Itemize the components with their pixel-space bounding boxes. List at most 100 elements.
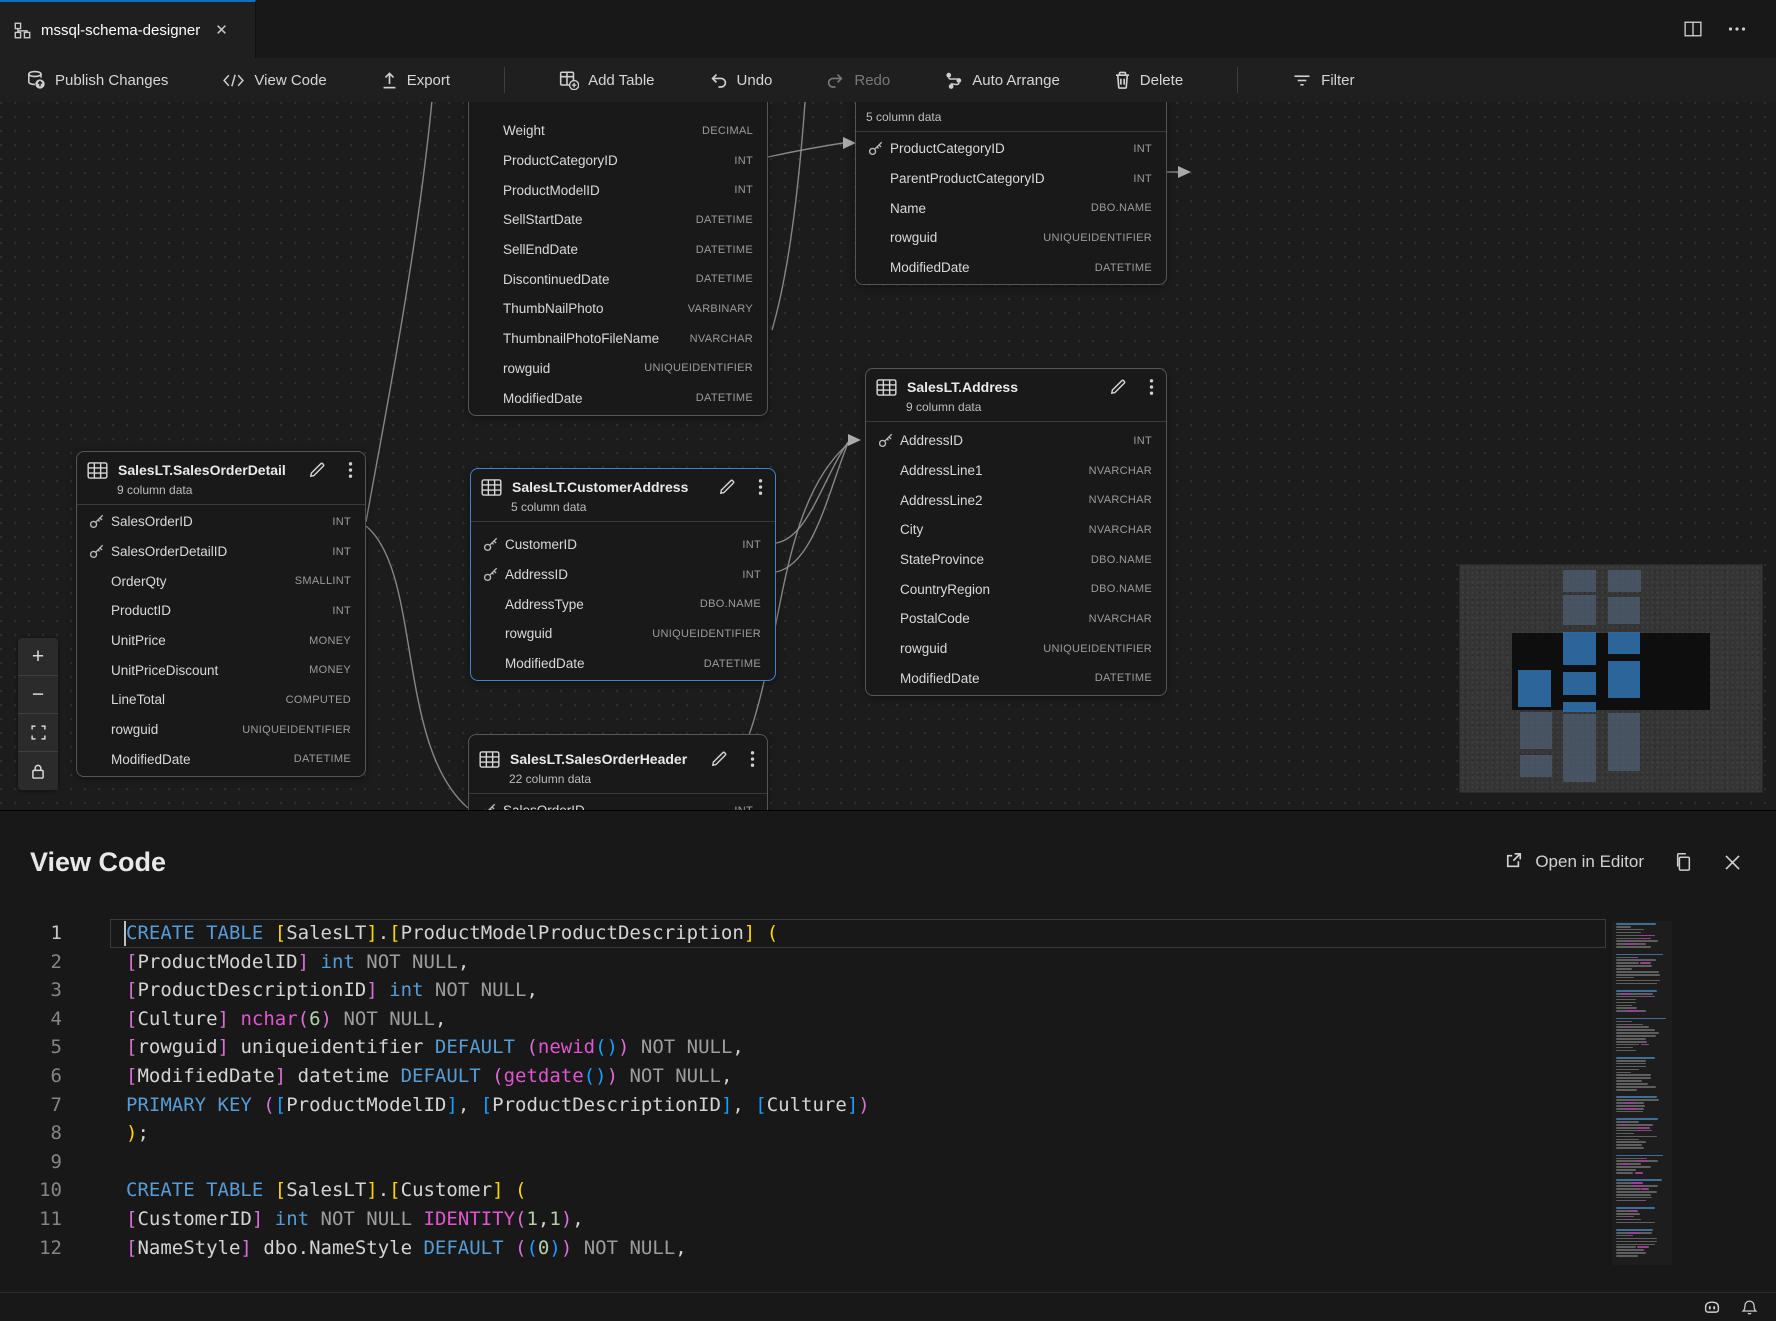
column-row-addressline2[interactable]: AddressLine2NVARCHAR [866, 485, 1166, 515]
column-row-rowguid[interactable]: rowguidUNIQUEIDENTIFIER [469, 354, 767, 384]
column-row-modifieddate[interactable]: ModifiedDate DATETIME [469, 383, 767, 413]
column-row-city[interactable]: CityNVARCHAR [866, 515, 1166, 545]
table-sales-order-header[interactable]: SalesLT.SalesOrderHeader22 column dataSa… [468, 734, 768, 810]
edit-table-pencil-icon[interactable] [718, 478, 736, 496]
column-row-productmodelid[interactable]: ProductModelIDINT [469, 175, 767, 205]
filter-button[interactable]: Filter [1292, 72, 1354, 89]
table-kebab-menu-icon[interactable] [348, 461, 353, 479]
column-row-rowguid[interactable]: rowguidUNIQUEIDENTIFIER [77, 715, 365, 745]
column-row-rowguid[interactable]: rowguidUNIQUEIDENTIFIER [471, 619, 775, 649]
fit-view-button[interactable] [18, 714, 58, 752]
column-type: DATETIME [696, 392, 753, 404]
close-panel-icon[interactable] [1723, 853, 1742, 872]
filter-icon [1292, 73, 1312, 88]
column-row-salesorderid[interactable]: SalesOrderIDINT [77, 507, 365, 537]
code-line-12: 12[NameStyle] dbo.NameStyle DEFAULT ((0)… [0, 1234, 1606, 1263]
edit-table-pencil-icon[interactable] [710, 750, 728, 768]
auto-arrange-button[interactable]: Auto Arrange [944, 71, 1060, 90]
column-name: SalesOrderID [503, 803, 585, 810]
table-kebab-menu-icon[interactable] [750, 750, 755, 768]
column-row-sellstartdate[interactable]: SellStartDateDATETIME [469, 205, 767, 235]
toolbar-label: Undo [737, 72, 773, 89]
table-kebab-menu-icon[interactable] [1149, 378, 1154, 396]
column-name: ProductID [111, 603, 171, 618]
add-table-icon [559, 70, 579, 90]
column-row-productid[interactable]: ProductIDINT [77, 596, 365, 626]
column-row-addressid[interactable]: AddressIDINT [471, 560, 775, 590]
column-name: CustomerID [505, 537, 577, 552]
column-type: INT [332, 546, 351, 558]
column-row-addressline1[interactable]: AddressLine1NVARCHAR [866, 456, 1166, 486]
column-type: INT [1133, 143, 1152, 155]
column-row-countryregion[interactable]: CountryRegionDBO.NAME [866, 574, 1166, 604]
view-code-button[interactable]: View Code [222, 72, 326, 89]
column-row-discontinueddate[interactable]: DiscontinuedDateDATETIME [469, 264, 767, 294]
column-row-unitpricediscount[interactable]: UnitPriceDiscountMONEY [77, 655, 365, 685]
column-row-productcategoryid[interactable]: ProductCategoryIDINT [469, 146, 767, 176]
zoom-out-button[interactable]: − [18, 676, 58, 714]
table-customer-address[interactable]: SalesLT.CustomerAddress5 column dataCust… [470, 468, 776, 681]
column-row-salesorderdetailid[interactable]: SalesOrderDetailIDINT [77, 537, 365, 567]
tab-close-icon[interactable]: ✕ [210, 19, 233, 41]
column-row-productcategoryid[interactable]: ProductCategoryIDINT [856, 134, 1166, 164]
export-button[interactable]: Export [381, 71, 450, 90]
column-row-sellenddate[interactable]: SellEndDateDATETIME [469, 235, 767, 265]
column-row-rowguid[interactable]: rowguidUNIQUEIDENTIFIER [856, 223, 1166, 253]
code-minimap[interactable] [1612, 921, 1672, 1265]
export-icon [381, 71, 398, 90]
table-subtitle: 5 column data [511, 499, 763, 515]
lock-button[interactable] [18, 752, 58, 790]
column-row-addresstype[interactable]: AddressTypeDBO.NAME [471, 589, 775, 619]
split-editor-icon[interactable] [1684, 21, 1702, 37]
column-row-modifieddate[interactable]: ModifiedDateDATETIME [471, 649, 775, 679]
column-row-orderqty[interactable]: OrderQtySMALLINT [77, 566, 365, 596]
column-row-addressid[interactable]: AddressIDINT [866, 426, 1166, 456]
column-name: AddressLine2 [900, 493, 983, 508]
column-name: rowguid [111, 722, 158, 737]
edit-table-pencil-icon[interactable] [308, 461, 326, 479]
table-product[interactable]: WeightDECIMALProductCategoryIDINTProduct… [468, 102, 768, 416]
line-number: 12 [0, 1234, 92, 1263]
column-row-linetotal[interactable]: LineTotalCOMPUTED [77, 685, 365, 715]
copilot-icon[interactable] [1703, 1299, 1721, 1315]
more-actions-icon[interactable] [1728, 26, 1746, 32]
column-row-modifieddate[interactable]: ModifiedDateDATETIME [856, 253, 1166, 283]
column-row-stateprovince[interactable]: StateProvinceDBO.NAME [866, 545, 1166, 575]
toolbar-separator [1237, 67, 1238, 93]
table-address[interactable]: SalesLT.Address9 column dataAddressIDINT… [865, 368, 1167, 696]
table-kebab-menu-icon[interactable] [758, 478, 763, 496]
column-row-rowguid[interactable]: rowguidUNIQUEIDENTIFIER [866, 634, 1166, 664]
zoom-in-button[interactable]: + [18, 638, 58, 676]
open-in-editor-button[interactable]: Open in Editor [1504, 850, 1644, 875]
add-table-button[interactable]: Add Table [559, 70, 654, 90]
column-row-name[interactable]: NameDBO.NAME [856, 193, 1166, 223]
column-row-postalcode[interactable]: PostalCodeNVARCHAR [866, 604, 1166, 634]
line-content: [ProductModelID] int NOT NULL, [92, 948, 469, 977]
diagram-minimap[interactable] [1460, 565, 1762, 792]
column-row-thumbnailphoto[interactable]: ThumbNailPhotoVARBINARY [469, 294, 767, 324]
column-row-salesorderid[interactable]: SalesOrderIDINT [469, 796, 767, 810]
primary-key-icon [89, 514, 111, 529]
column-row-weight[interactable]: WeightDECIMAL [469, 116, 767, 146]
column-name: UnitPriceDiscount [111, 663, 218, 678]
column-row-customerid[interactable]: CustomerIDINT [471, 530, 775, 560]
undo-button[interactable]: Undo [709, 71, 773, 89]
table-sales-order-detail[interactable]: SalesLT.SalesOrderDetail9 column dataSal… [76, 451, 366, 777]
edit-table-pencil-icon[interactable] [1109, 378, 1127, 396]
table-product-category[interactable]: 5 column dataProductCategoryIDINTParentP… [855, 102, 1167, 285]
schema-canvas[interactable]: WeightDECIMALProductCategoryIDINTProduct… [0, 102, 1776, 810]
column-name: AddressLine1 [900, 463, 983, 478]
column-row-parentproductcategoryid[interactable]: ParentProductCategoryIDINT [856, 164, 1166, 194]
column-row-unitprice[interactable]: UnitPriceMONEY [77, 626, 365, 656]
column-row-modifieddate[interactable]: ModifiedDateDATETIME [866, 664, 1166, 694]
publish-changes-button[interactable]: Publish Changes [26, 70, 168, 90]
delete-button[interactable]: Delete [1114, 71, 1183, 90]
column-name: StateProvince [900, 552, 984, 567]
tab-mssql-schema-designer[interactable]: mssql-schema-designer ✕ [0, 0, 256, 58]
column-name: ModifiedDate [503, 391, 583, 406]
column-row-modifieddate[interactable]: ModifiedDateDATETIME [77, 745, 365, 775]
notifications-bell-icon[interactable] [1741, 1299, 1758, 1316]
copy-code-icon[interactable] [1674, 852, 1693, 873]
column-name: AddressType [505, 597, 584, 612]
column-row-thumbnailphotofilename[interactable]: ThumbnailPhotoFileNameNVARCHAR [469, 324, 767, 354]
